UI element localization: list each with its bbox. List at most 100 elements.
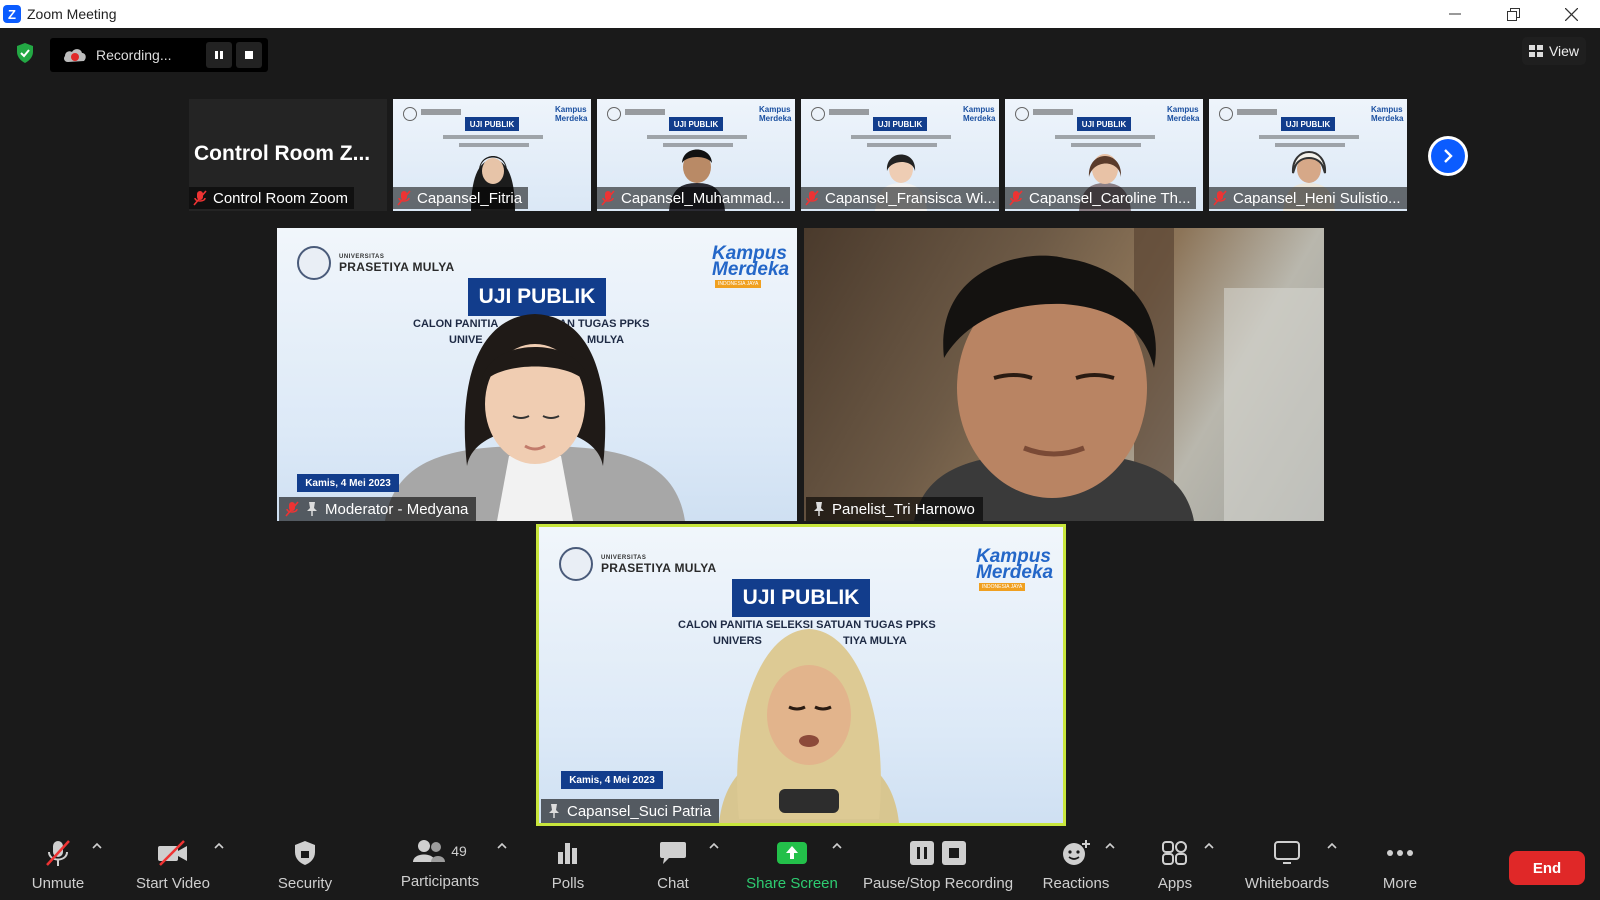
pin-icon xyxy=(307,502,317,516)
close-button[interactable] xyxy=(1542,0,1600,28)
pause-icon xyxy=(215,51,223,59)
participant-name: Panelist_Tri Harnowo xyxy=(832,500,975,518)
participant-name: Capansel_Caroline Th... xyxy=(1029,189,1191,207)
restore-button[interactable] xyxy=(1484,0,1542,28)
participant-name: Capansel_Heni Sulistio... xyxy=(1233,189,1401,207)
chevron-up-icon[interactable] xyxy=(708,841,720,851)
video-tile-panelist[interactable]: Panelist_Tri Harnowo xyxy=(804,228,1324,521)
chevron-up-icon[interactable] xyxy=(831,841,843,851)
chat-button[interactable]: Chat xyxy=(648,826,698,900)
chevron-up-icon[interactable] xyxy=(1104,841,1116,851)
participant-name-tag: Capansel_Caroline Th... xyxy=(1005,187,1197,209)
window-title: Zoom Meeting xyxy=(27,6,117,22)
participant-name: Capansel_Fitria xyxy=(417,189,523,207)
whiteboards-button[interactable]: Whiteboards xyxy=(1237,826,1337,900)
apps-button[interactable]: Apps xyxy=(1150,826,1200,900)
slide-title-mini: UJI PUBLIK xyxy=(873,117,927,131)
start-video-button[interactable]: Start Video xyxy=(130,826,216,900)
slide-title: UJI PUBLIK xyxy=(732,579,870,617)
slide-title-mini: UJI PUBLIK xyxy=(669,117,723,131)
view-button[interactable]: View xyxy=(1522,37,1586,65)
participant-name-tag: Capansel_Suci Patria xyxy=(541,799,720,823)
participant-name: Moderator - Medyana xyxy=(325,500,469,518)
reactions-button[interactable]: Reactions xyxy=(1038,826,1114,900)
video-tile-participant[interactable]: Kampus Merdeka UJI PUBLIK Capansel_Heni … xyxy=(1209,99,1407,211)
pause-recording-button[interactable] xyxy=(206,42,232,68)
mic-muted-icon xyxy=(46,840,70,866)
video-tile-participant[interactable]: Kampus Merdeka UJI PUBLIK Capansel_Frans… xyxy=(801,99,999,211)
university-logo xyxy=(559,547,593,581)
polls-label: Polls xyxy=(551,875,585,892)
close-icon xyxy=(1564,7,1578,21)
chevron-right-icon xyxy=(1444,149,1453,163)
mic-muted-icon xyxy=(1213,190,1227,206)
video-tile-active-speaker[interactable]: UNIVERSITAS PRASETIYA MULYA Kampus Merde… xyxy=(536,524,1066,826)
brand-mini: Kampus Merdeka xyxy=(1167,105,1200,123)
restore-icon xyxy=(1506,7,1520,21)
participants-label: Participants xyxy=(400,873,480,890)
kampus-merdeka-tagline: INDONESIA JAYA xyxy=(979,583,1026,591)
chevron-up-icon[interactable] xyxy=(1203,841,1215,851)
chevron-up-icon[interactable] xyxy=(91,841,103,851)
security-button[interactable]: Security xyxy=(270,826,340,900)
video-off-icon xyxy=(158,840,187,866)
video-tile-moderator[interactable]: UNIVERSITAS PRASETIYA MULYA Kampus Merde… xyxy=(277,228,797,521)
unmute-button[interactable]: Unmute xyxy=(22,826,94,900)
slide-date-badge: Kamis, 4 Mei 2023 xyxy=(297,474,399,492)
more-label: More xyxy=(1382,875,1418,892)
participant-name: Capansel_Muhammad... xyxy=(621,189,785,207)
brand-mini: Kampus Merdeka xyxy=(963,105,996,123)
minimize-icon xyxy=(1449,13,1461,15)
slide-university: PRASETIYA MULYA xyxy=(601,561,717,575)
video-tile-participant[interactable]: Kampus Merdeka UJI PUBLIK Capansel_Muham… xyxy=(597,99,795,211)
control-room-display-name: Control Room Z... xyxy=(194,142,371,165)
share-screen-button[interactable]: Share Screen xyxy=(744,826,840,900)
next-page-button[interactable] xyxy=(1428,136,1468,176)
chevron-up-icon[interactable] xyxy=(496,841,508,851)
minimize-button[interactable] xyxy=(1426,0,1484,28)
more-dots-icon xyxy=(1387,850,1413,856)
participant-name-tag: Moderator - Medyana xyxy=(279,497,477,521)
mic-muted-icon xyxy=(601,190,615,206)
share-screen-icon xyxy=(777,842,807,864)
speaker-video-feed xyxy=(719,629,899,823)
panelist-video-feed xyxy=(914,228,1324,521)
mic-muted-icon xyxy=(193,190,207,206)
participant-name-tag: Panelist_Tri Harnowo xyxy=(806,497,983,521)
video-tile-control-room[interactable]: Control Room Z... Control Room Zoom xyxy=(189,99,387,211)
slide-university: PRASETIYA MULYA xyxy=(339,260,455,274)
kampus-merdeka-logo: Kampus Merdeka xyxy=(976,546,1054,583)
participant-name-tag: Capansel_Heni Sulistio... xyxy=(1209,187,1407,209)
participants-count: 49 xyxy=(451,843,467,859)
mic-muted-icon xyxy=(1009,190,1023,206)
stop-recording-button[interactable] xyxy=(236,42,262,68)
video-tile-participant[interactable]: Kampus Merdeka UJI PUBLIK Capansel_Carol… xyxy=(1005,99,1203,211)
reactions-label: Reactions xyxy=(1042,875,1110,892)
end-meeting-button[interactable]: End xyxy=(1509,851,1585,885)
stop-icon xyxy=(245,51,253,59)
unmute-label: Unmute xyxy=(31,875,85,892)
slide-title-mini: UJI PUBLIK xyxy=(1077,117,1131,131)
university-logo xyxy=(297,246,331,280)
grid-view-icon xyxy=(1528,45,1543,57)
participants-icon xyxy=(413,840,446,862)
whiteboard-icon xyxy=(1274,841,1300,864)
participants-button[interactable]: 49 Participants xyxy=(392,826,488,900)
brand-mini: Kampus Merdeka xyxy=(555,105,588,123)
chevron-up-icon[interactable] xyxy=(213,841,225,851)
participant-name: Capansel_Suci Patria xyxy=(567,802,712,820)
video-tile-participant[interactable]: Kampus Merdeka UJI PUBLIK Capansel_Fitri… xyxy=(393,99,591,211)
mic-muted-icon xyxy=(285,501,299,517)
slide-title-mini: UJI PUBLIK xyxy=(465,117,519,131)
pin-icon xyxy=(814,502,824,516)
encryption-shield-icon[interactable] xyxy=(14,42,36,64)
polls-icon xyxy=(558,843,577,864)
pause-stop-recording-button[interactable]: Pause/Stop Recording xyxy=(860,826,1016,900)
more-button[interactable]: More xyxy=(1374,826,1426,900)
pause-recording-icon xyxy=(910,841,934,865)
polls-button[interactable]: Polls xyxy=(543,826,593,900)
mic-muted-icon xyxy=(397,190,411,206)
security-shield-icon xyxy=(295,841,315,865)
chevron-up-icon[interactable] xyxy=(1326,841,1338,851)
moderator-video-feed xyxy=(385,314,685,521)
